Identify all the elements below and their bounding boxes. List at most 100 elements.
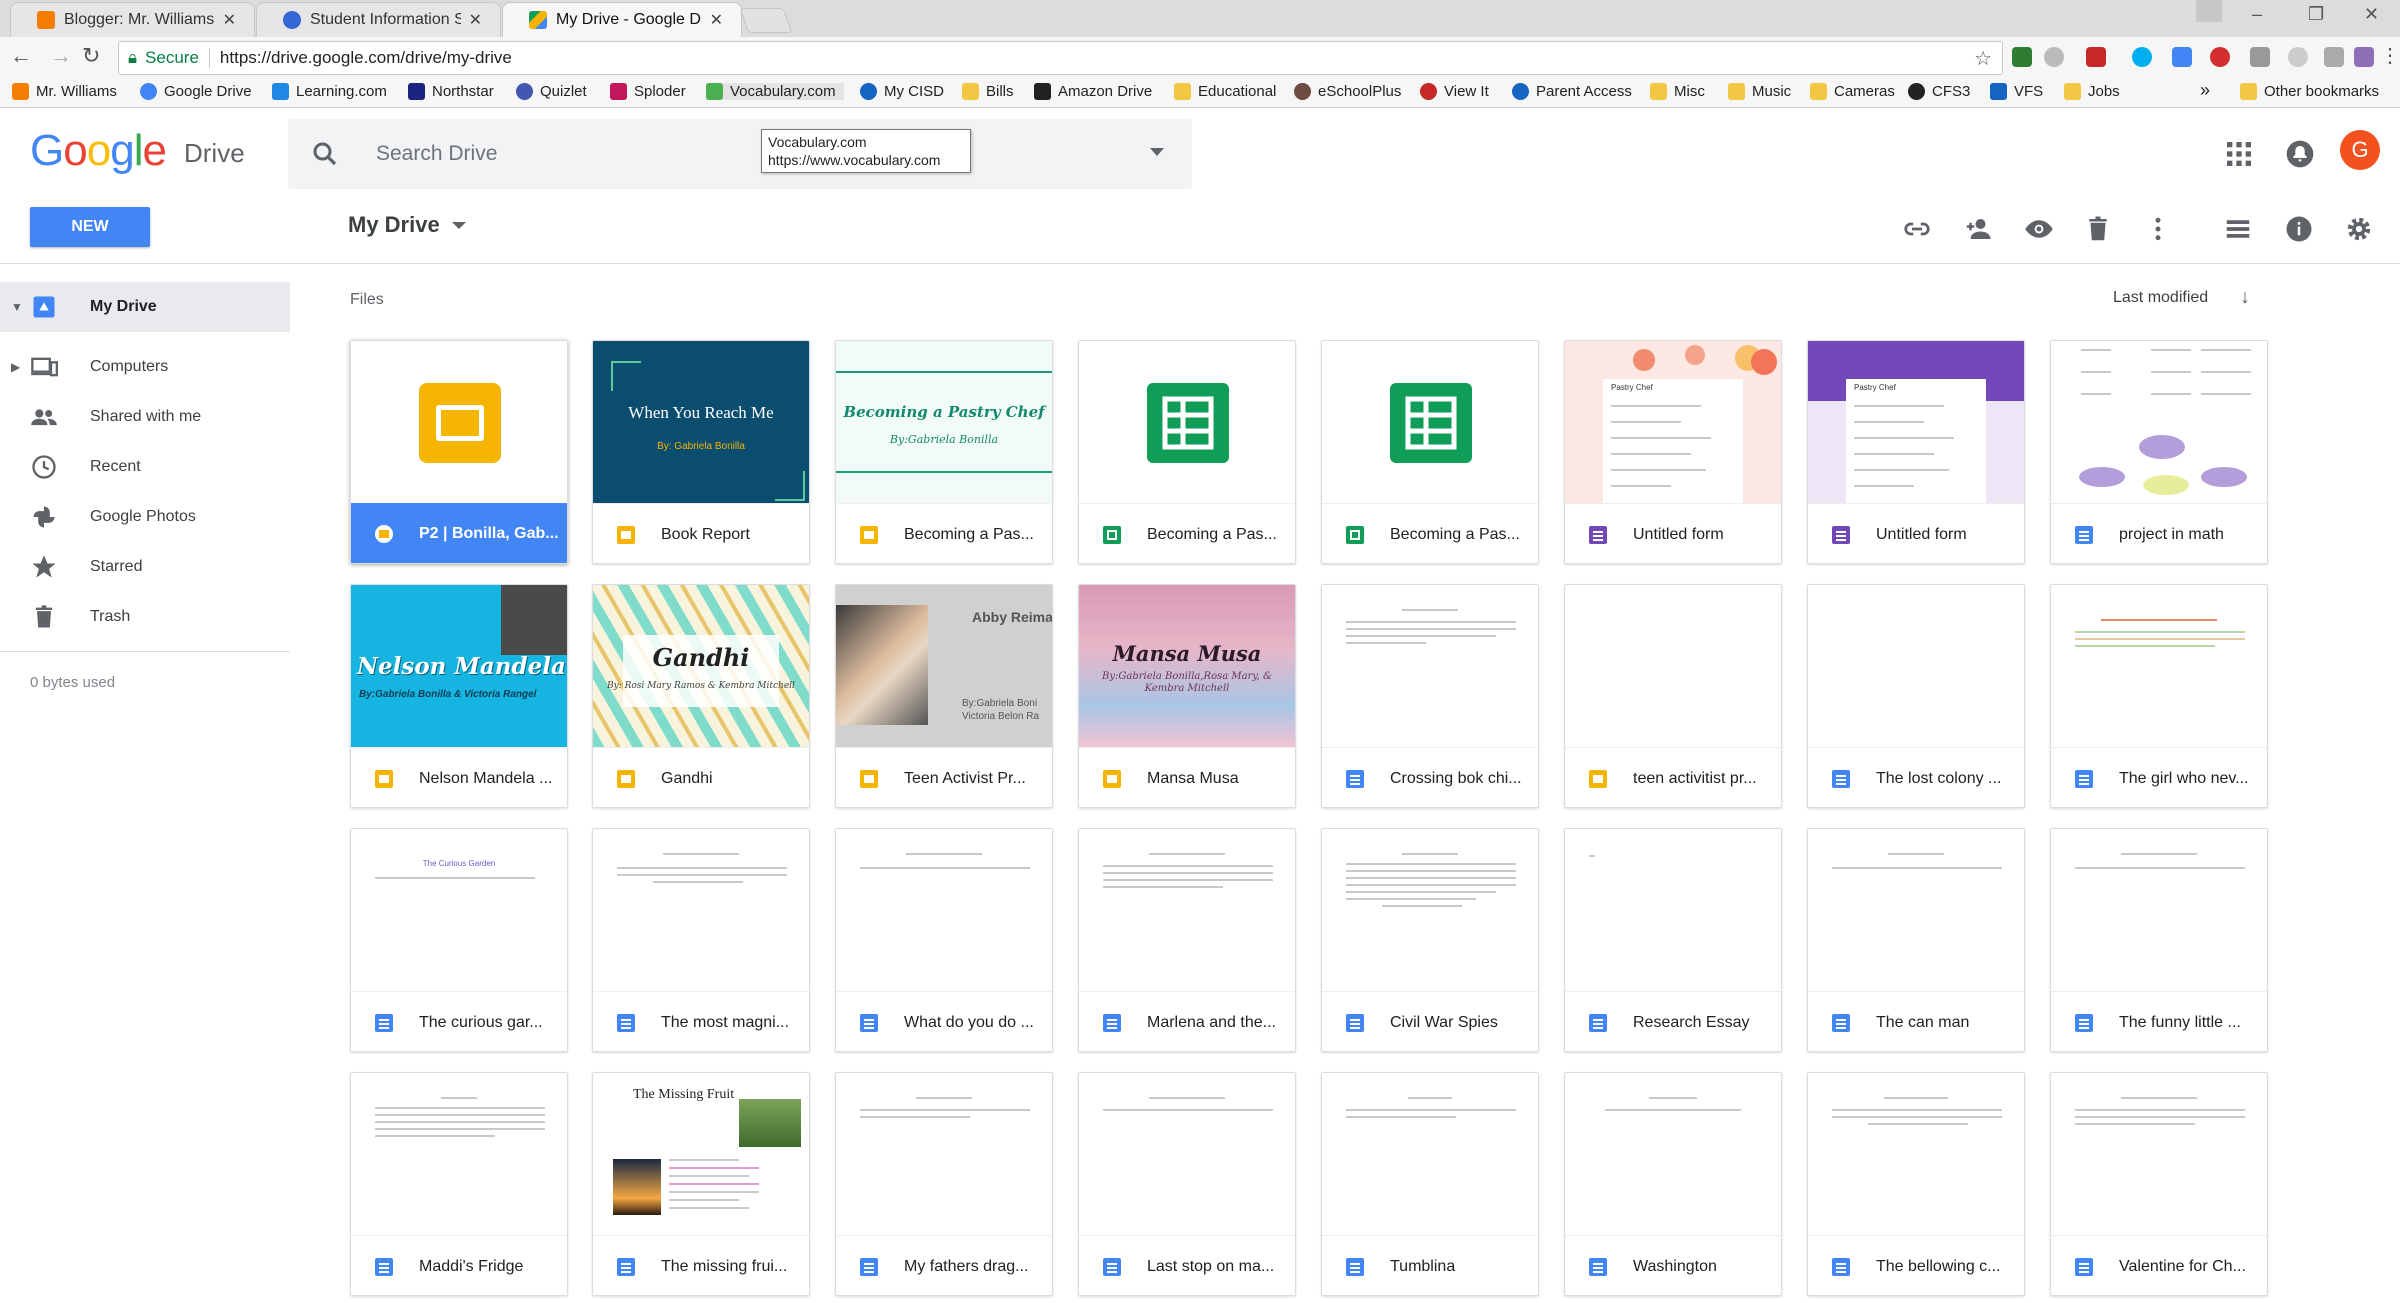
file-card[interactable]: Valentine for Ch... <box>2050 1072 2268 1296</box>
new-tab-button[interactable] <box>739 8 793 33</box>
bookmark[interactable]: Amazon Drive <box>1034 83 1152 100</box>
window-close-icon[interactable]: ✕ <box>2364 4 2379 25</box>
avatar[interactable]: G <box>2340 130 2380 170</box>
expand-arrow-icon[interactable]: ▶ <box>11 360 20 374</box>
sidebar-item-trash[interactable]: Trash <box>0 592 290 642</box>
file-card[interactable]: The can man <box>1807 828 2025 1052</box>
sort-button[interactable]: Last modified <box>2113 289 2208 307</box>
breadcrumb[interactable]: My Drive <box>348 212 466 238</box>
extension-icon[interactable] <box>2012 47 2032 67</box>
file-card[interactable]: Maddi's Fridge <box>350 1072 568 1296</box>
notifications-icon[interactable] <box>2284 138 2316 170</box>
bookmark-folder[interactable]: Jobs <box>2064 83 2120 100</box>
file-card[interactable]: Gandhi By: Rosi Mary Ramos & Kembra Mitc… <box>592 584 810 808</box>
sidebar-item-recent[interactable]: Recent <box>0 442 290 492</box>
bookmark[interactable]: Quizlet <box>516 83 587 100</box>
bookmark-folder[interactable]: Cameras <box>1810 83 1895 100</box>
file-card[interactable]: When You Reach Me By: Gabriela Bonilla B… <box>592 340 810 564</box>
google-translate-icon[interactable] <box>2172 47 2192 67</box>
back-icon[interactable]: ← <box>10 43 32 69</box>
profile-icon[interactable] <box>2196 0 2222 22</box>
adblock-icon[interactable] <box>2210 47 2230 67</box>
bookmark[interactable]: View It <box>1420 83 1489 100</box>
bookmark[interactable]: Mr. Williams <box>12 83 117 100</box>
extension-icon[interactable] <box>2250 47 2270 67</box>
url-text[interactable]: https://drive.google.com/drive/my-drive <box>220 48 512 68</box>
file-card[interactable]: Becoming a Pas... <box>1078 340 1296 564</box>
other-bookmarks[interactable]: Other bookmarks <box>2240 83 2379 100</box>
file-card[interactable]: The girl who nev... <box>2050 584 2268 808</box>
sort-direction-icon[interactable]: ↓ <box>2240 286 2250 309</box>
bookmark-folder[interactable]: Music <box>1728 83 1791 100</box>
sidebar-item-shared[interactable]: Shared with me <box>0 392 290 442</box>
tab-google-drive[interactable]: My Drive - Google Drive ✕ <box>502 2 742 37</box>
file-card[interactable]: Last stop on ma... <box>1078 1072 1296 1296</box>
file-card[interactable]: Crossing bok chi... <box>1321 584 1539 808</box>
file-card[interactable]: The Missing Fruit The missing frui... <box>592 1072 810 1296</box>
restore-icon[interactable]: ❐ <box>2308 4 2324 25</box>
chrome-menu-icon[interactable]: ⋮ <box>2380 43 2400 68</box>
file-card[interactable]: Marlena and the... <box>1078 828 1296 1052</box>
tab-blogger[interactable]: Blogger: Mr. Williams' Cl ✕ <box>10 2 255 37</box>
extension-icon[interactable] <box>2354 47 2374 67</box>
file-card[interactable]: Pastry Chef Untitled form <box>1807 340 2025 564</box>
sidebar-item-computers[interactable]: ▶ Computers <box>0 342 290 392</box>
file-card[interactable]: The funny little ... <box>2050 828 2268 1052</box>
extension-icon[interactable] <box>2288 47 2308 67</box>
forward-icon[interactable]: → <box>50 43 72 69</box>
bookmark[interactable]: My CISD <box>860 83 944 100</box>
bookmark[interactable]: VFS <box>1990 83 2043 100</box>
close-icon[interactable]: ✕ <box>710 10 723 30</box>
search-icon[interactable] <box>310 139 340 169</box>
reload-icon[interactable]: ↻ <box>82 43 100 69</box>
search-box[interactable] <box>288 119 1192 189</box>
settings-gear-icon[interactable] <box>2344 214 2374 244</box>
file-card[interactable]: teen activitist pr... <box>1564 584 1782 808</box>
more-vert-icon[interactable] <box>2143 214 2173 244</box>
google-logo[interactable]: Google <box>30 126 167 176</box>
link-icon[interactable] <box>1902 214 1932 244</box>
bookmark[interactable]: Northstar <box>408 83 494 100</box>
share-icon[interactable] <box>1963 214 1993 244</box>
file-card[interactable]: The lost colony ... <box>1807 584 2025 808</box>
preview-eye-icon[interactable] <box>2024 214 2054 244</box>
file-card[interactable]: Research Essay <box>1564 828 1782 1052</box>
file-card[interactable]: Abby Reima By:Gabriela Boni Victoria Bel… <box>835 584 1053 808</box>
file-card[interactable]: Mansa Musa By:Gabriela Bonilla,Rosa Mary… <box>1078 584 1296 808</box>
minimize-icon[interactable]: – <box>2252 4 2262 25</box>
file-card[interactable]: What do you do ... <box>835 828 1053 1052</box>
bookmark[interactable]: CFS3 <box>1908 83 1970 100</box>
file-card[interactable]: The bellowing c... <box>1807 1072 2025 1296</box>
bookmark-folder[interactable]: Bills <box>962 83 1014 100</box>
file-card[interactable]: Nelson Mandela By:Gabriela Bonilla & Vic… <box>350 584 568 808</box>
file-card[interactable]: Civil War Spies <box>1321 828 1539 1052</box>
extension-icon[interactable] <box>2086 47 2106 67</box>
bookmark-star-icon[interactable]: ☆ <box>1974 46 1992 71</box>
sidebar-item-starred[interactable]: Starred <box>0 542 290 592</box>
address-bar[interactable]: 🔒︎ Secure https://drive.google.com/drive… <box>118 41 2003 75</box>
skype-icon[interactable] <box>2132 47 2152 67</box>
sidebar-item-google-photos[interactable]: Google Photos <box>0 492 290 542</box>
bookmark[interactable]: Parent Access <box>1512 83 1632 100</box>
extension-icon[interactable] <box>2324 47 2344 67</box>
file-card[interactable]: Pastry Chef Untitled form <box>1564 340 1782 564</box>
extension-icon[interactable] <box>2044 47 2064 67</box>
delete-icon[interactable] <box>2083 214 2113 244</box>
file-card[interactable]: Tumblina <box>1321 1072 1539 1296</box>
bookmark[interactable]: Learning.com <box>272 83 387 100</box>
info-icon[interactable] <box>2284 214 2314 244</box>
list-view-icon[interactable] <box>2223 214 2253 244</box>
file-card[interactable]: Washington <box>1564 1072 1782 1296</box>
file-card[interactable]: The most magni... <box>592 828 810 1052</box>
close-icon[interactable]: ✕ <box>223 10 236 30</box>
new-button[interactable]: NEW <box>30 207 150 247</box>
bookmark[interactable]: Vocabulary.com <box>706 83 844 100</box>
file-card[interactable]: Becoming a Pastry Chef By:Gabriela Bonil… <box>835 340 1053 564</box>
search-options-icon[interactable] <box>1150 148 1164 156</box>
file-card[interactable]: project in math <box>2050 340 2268 564</box>
close-icon[interactable]: ✕ <box>469 10 482 30</box>
bookmark-folder[interactable]: Misc <box>1650 83 1705 100</box>
file-card[interactable]: The Curious Garden The curious gar... <box>350 828 568 1052</box>
sidebar-item-my-drive[interactable]: ▼ My Drive <box>0 282 290 332</box>
file-card[interactable]: P2 | Bonilla, Gab... <box>350 340 568 564</box>
